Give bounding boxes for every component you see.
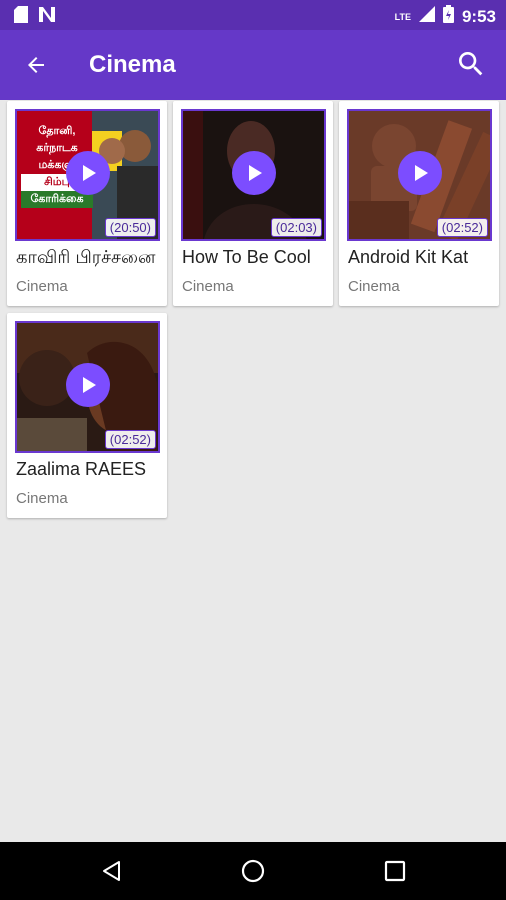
status-right-icons: LTE 9:53 (395, 5, 496, 28)
search-icon (459, 52, 483, 76)
video-duration: (02:03) (270, 218, 322, 237)
arrow-back-icon (28, 57, 44, 73)
play-button[interactable] (65, 363, 110, 407)
video-title: Zaalima RAEES (16, 459, 147, 479)
video-thumbnail[interactable]: (02:52) (347, 109, 492, 241)
nav-home-button[interactable] (237, 855, 269, 887)
video-duration: (02:52) (436, 218, 488, 237)
video-grid: தோனி, கர்நாடக மக்களு சிம்பு கோரிக்கை (20… (0, 100, 506, 842)
network-type: LTE (394, 11, 411, 22)
play-icon (248, 165, 262, 181)
back-triangle-icon (103, 861, 120, 881)
recents-square-icon (384, 860, 406, 882)
nav-back-button[interactable] (96, 855, 128, 887)
home-circle-icon (241, 859, 265, 883)
video-card[interactable]: (02:03) How To Be Cool Cinema (173, 101, 333, 306)
app-bar: Cinema (0, 30, 506, 100)
video-thumbnail[interactable]: (02:03) (181, 109, 326, 241)
video-title: How To Be Cool (182, 247, 311, 267)
back-button[interactable] (18, 47, 54, 83)
status-time: 9:53 (461, 6, 496, 26)
play-icon (414, 165, 428, 181)
video-card[interactable]: (02:52) Android Kit Kat Cinema (339, 101, 499, 306)
page-title: Cinema (89, 51, 176, 78)
video-category: Cinema (348, 278, 400, 295)
video-category: Cinema (16, 278, 68, 295)
video-category: Cinema (16, 490, 68, 507)
notification-n-icon (38, 6, 56, 28)
play-icon (82, 165, 96, 181)
video-thumbnail[interactable]: (02:52) (15, 321, 160, 453)
nav-recents-button[interactable] (379, 855, 411, 887)
video-card[interactable]: தோனி, கர்நாடக மக்களு சிம்பு கோரிக்கை (20… (7, 101, 167, 306)
video-duration: (20:50) (104, 218, 156, 237)
play-button[interactable] (231, 151, 276, 195)
video-title: காவிரி பிரச்சனை (16, 247, 156, 267)
video-duration: (02:52) (104, 430, 156, 449)
play-button[interactable] (65, 151, 110, 195)
status-bar: LTE 9:53 (0, 0, 506, 30)
video-category: Cinema (182, 278, 234, 295)
system-nav-bar (0, 842, 506, 900)
video-card[interactable]: (02:52) Zaalima RAEES Cinema (7, 313, 167, 518)
play-button[interactable] (397, 151, 442, 195)
battery-icon (442, 5, 454, 28)
search-button[interactable] (452, 45, 490, 83)
play-icon (82, 377, 96, 393)
status-left-icons (14, 6, 56, 28)
signal-icon (418, 6, 435, 27)
sd-card-icon (14, 6, 28, 28)
video-thumbnail[interactable]: தோனி, கர்நாடக மக்களு சிம்பு கோரிக்கை (20… (15, 109, 160, 241)
video-title: Android Kit Kat (348, 247, 469, 267)
thumb-line: தோனி, (38, 125, 76, 137)
